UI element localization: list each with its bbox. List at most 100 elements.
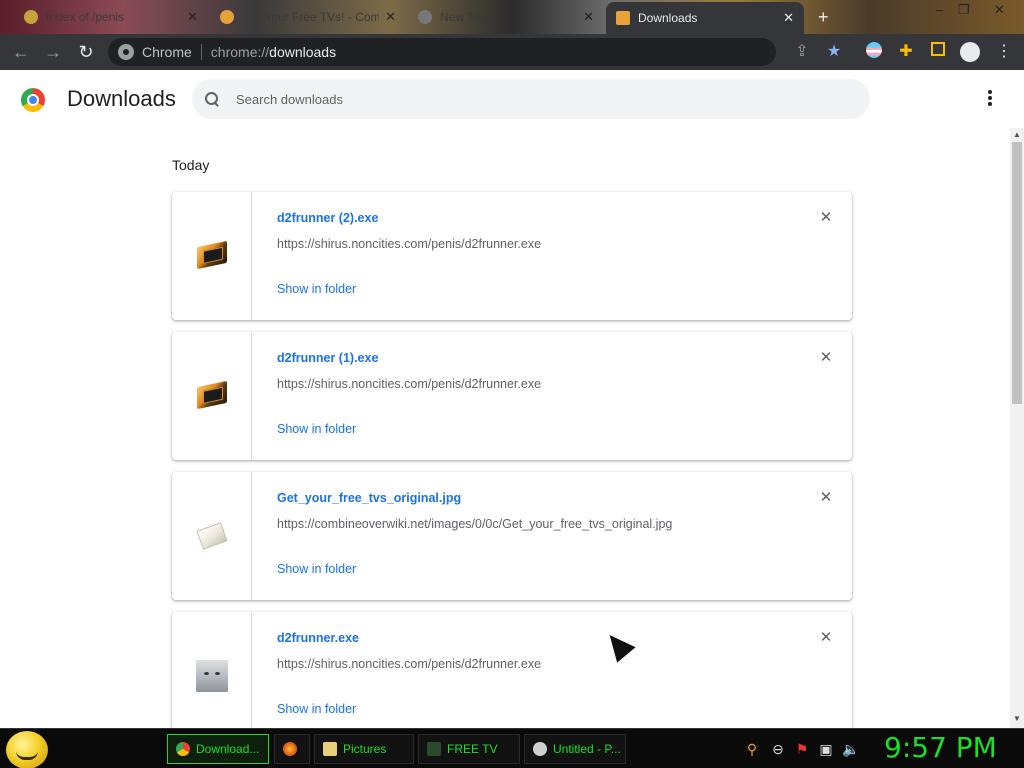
exe-file-icon	[197, 240, 227, 270]
download-item: Get_your_free_tvs_original.jpg https://c…	[172, 472, 852, 600]
remove-icon[interactable]: ✕	[818, 350, 834, 366]
profile-avatar-icon[interactable]	[960, 42, 980, 62]
url-scheme: chrome://	[210, 44, 270, 60]
site-favicon-icon	[220, 10, 234, 24]
paint-icon	[533, 742, 547, 756]
close-icon[interactable]: ✕	[583, 9, 594, 25]
chrome-logo-icon	[21, 88, 45, 112]
show-in-folder-link[interactable]: Show in folder	[277, 282, 356, 296]
downloads-list: Today d2frunner (2).exe https://shirus.n…	[0, 128, 1010, 728]
maximize-button[interactable]: ❐	[958, 2, 970, 18]
reload-icon[interactable]: ↻	[76, 42, 96, 62]
chrome-site-icon	[118, 44, 134, 60]
file-url[interactable]: https://combineoverwiki.net/images/0/0c/…	[277, 517, 672, 531]
firefox-icon	[283, 742, 297, 756]
taskbar-label: Pictures	[343, 742, 387, 756]
close-icon[interactable]: ✕	[187, 9, 198, 25]
extensions-puzzle-icon[interactable]: ✚	[896, 42, 916, 62]
bookmark-star-icon[interactable]: ★	[824, 42, 844, 62]
file-url[interactable]: https://shirus.noncities.com/penis/d2fru…	[277, 657, 541, 671]
cat-thumbnail-icon	[196, 660, 228, 692]
site-favicon-icon	[24, 10, 38, 24]
back-arrow-icon[interactable]: ←	[11, 42, 31, 62]
icon-column	[172, 612, 252, 728]
browser-menu-icon[interactable]: ⋮	[994, 42, 1014, 62]
taskbar-clock[interactable]: 9:57 PM	[884, 731, 997, 764]
taskbar-item-free-tv[interactable]: FREE TV	[418, 734, 520, 764]
close-window-button[interactable]: ✕	[994, 2, 1005, 18]
icon-column	[172, 192, 252, 320]
close-icon[interactable]: ✕	[385, 9, 396, 25]
action-center-flag-icon[interactable]: ⚑	[794, 741, 810, 758]
scroll-down-arrow-icon[interactable]: ▼	[1013, 714, 1021, 723]
remove-icon[interactable]: ✕	[818, 630, 834, 646]
tab-title: Downloads	[638, 11, 698, 25]
file-url[interactable]: https://shirus.noncities.com/penis/d2fru…	[277, 377, 541, 391]
chrome-favicon-icon	[418, 10, 432, 24]
image-file-icon	[196, 522, 228, 550]
chrome-icon	[176, 742, 190, 756]
search-tray-icon[interactable]: ⚲	[744, 741, 760, 758]
file-name-link[interactable]: d2frunner.exe	[277, 631, 359, 645]
folder-icon	[323, 742, 337, 756]
tab-free-tvs[interactable]: Get Your Free TVs! - Com ✕	[210, 4, 406, 30]
tab-title: Index of /penis	[46, 10, 125, 24]
file-name-link[interactable]: Get_your_free_tvs_original.jpg	[277, 491, 461, 505]
taskbar: Download... Pictures FREE TV Untitled - …	[0, 728, 1024, 768]
remove-icon[interactable]: ✕	[818, 490, 834, 506]
remove-icon[interactable]: ✕	[818, 210, 834, 226]
file-url[interactable]: https://shirus.noncities.com/penis/d2fru…	[277, 237, 541, 251]
taskbar-item-firefox[interactable]	[274, 734, 310, 764]
scrollbar-thumb[interactable]	[1012, 142, 1022, 404]
search-input[interactable]	[236, 91, 796, 107]
download-icon	[616, 11, 630, 25]
scroll-up-arrow-icon[interactable]: ▲	[1013, 130, 1021, 139]
tab-strip: Index of /penis ✕ Get Your Free TVs! - C…	[0, 0, 1024, 34]
url-path: downloads	[269, 44, 337, 60]
extension-flag-icon[interactable]	[864, 42, 884, 62]
more-actions-button[interactable]	[982, 88, 998, 110]
image-viewer-icon	[427, 742, 441, 756]
forward-arrow-icon[interactable]: →	[43, 42, 63, 62]
new-tab-button[interactable]: +	[818, 7, 829, 28]
exe-file-icon	[197, 380, 227, 410]
tab-title: Get Your Free TVs! - Com	[242, 10, 380, 24]
file-name-link[interactable]: d2frunner (2).exe	[277, 211, 378, 225]
download-item: d2frunner.exe https://shirus.noncities.c…	[172, 612, 852, 728]
tab-new-tab[interactable]: New Tab ✕	[408, 4, 604, 30]
taskbar-label: FREE TV	[447, 742, 498, 756]
start-smiley-button[interactable]	[6, 731, 48, 768]
download-item: d2frunner (1).exe https://shirus.nonciti…	[172, 332, 852, 460]
close-icon[interactable]: ✕	[783, 10, 794, 26]
show-in-folder-link[interactable]: Show in folder	[277, 702, 356, 716]
taskbar-label: Download...	[196, 742, 260, 756]
search-icon[interactable]	[204, 91, 220, 107]
taskbar-item-paint[interactable]: Untitled - P...	[524, 734, 626, 764]
download-item: d2frunner (2).exe https://shirus.nonciti…	[172, 192, 852, 320]
tab-downloads[interactable]: Downloads ✕	[606, 2, 804, 34]
reading-list-icon[interactable]	[928, 42, 948, 62]
date-heading: Today	[172, 157, 210, 173]
share-icon[interactable]: ⇪	[792, 42, 812, 62]
taskbar-item-downloads[interactable]: Download...	[167, 734, 269, 764]
minimize-button[interactable]: –	[936, 2, 943, 17]
site-label: Chrome	[142, 44, 192, 60]
smiley-face-icon	[16, 751, 38, 760]
downloads-header: Downloads	[0, 70, 1024, 128]
taskbar-label: Untitled - P...	[553, 742, 621, 756]
search-bar[interactable]	[192, 79, 870, 119]
page-title: Downloads	[67, 86, 176, 111]
file-name-link[interactable]: d2frunner (1).exe	[277, 351, 378, 365]
tab-title: New Tab	[440, 10, 487, 24]
status-tray-icon[interactable]: ⊖	[770, 741, 786, 758]
address-bar[interactable]: Chrome chrome:// downloads	[108, 38, 776, 66]
show-in-folder-link[interactable]: Show in folder	[277, 562, 356, 576]
network-icon[interactable]: ▣	[818, 741, 834, 758]
volume-icon[interactable]: 🔈	[842, 741, 859, 758]
icon-column	[172, 472, 252, 600]
browser-toolbar: ← → ↻ Chrome chrome:// downloads ⇪ ★ ✚ ⋮	[0, 34, 1024, 70]
show-in-folder-link[interactable]: Show in folder	[277, 422, 356, 436]
tab-index-of-penis[interactable]: Index of /penis ✕	[14, 4, 208, 30]
page-scrollbar[interactable]: ▲ ▼	[1010, 128, 1024, 728]
taskbar-item-pictures[interactable]: Pictures	[314, 734, 414, 764]
